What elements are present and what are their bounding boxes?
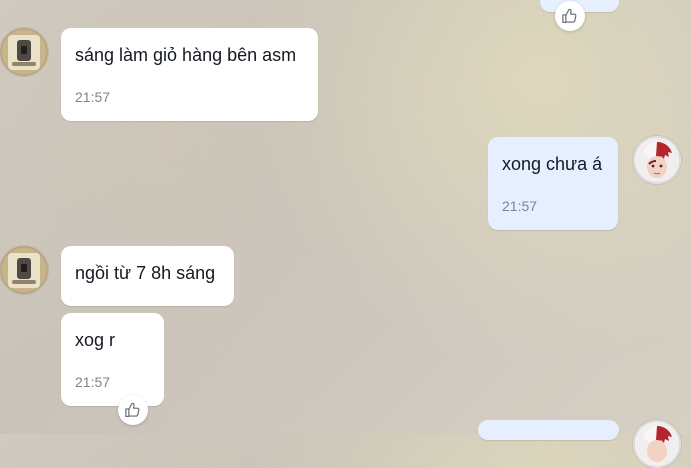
- message-time: 21:57: [75, 374, 111, 390]
- message-bubble-incoming[interactable]: sáng làm giỏ hàng bên asm 21:57: [61, 28, 318, 121]
- message-bubble-outgoing-partial[interactable]: [478, 420, 619, 440]
- message-bubble-outgoing[interactable]: xong chưa á 21:57: [488, 137, 618, 230]
- avatar[interactable]: [633, 136, 681, 184]
- message-text: xog r: [75, 330, 116, 350]
- avatar-photo: [0, 28, 48, 76]
- message-text: sáng làm giỏ hàng bên asm: [75, 45, 297, 65]
- reaction-button[interactable]: [118, 395, 148, 425]
- avatar[interactable]: [0, 28, 48, 76]
- message-time: 21:57: [502, 198, 538, 214]
- message-bubble-incoming[interactable]: ngồi từ 7 8h sáng: [61, 246, 234, 306]
- avatar[interactable]: [0, 246, 48, 294]
- avatar-photo: [0, 246, 48, 294]
- avatar-photo: [633, 420, 681, 468]
- avatar-photo: [633, 136, 681, 184]
- avatar[interactable]: [633, 420, 681, 468]
- thumbs-up-icon: [125, 402, 140, 417]
- message-text: ngồi từ 7 8h sáng: [75, 263, 216, 283]
- message-text: xong chưa á: [502, 154, 603, 174]
- message-time: 21:57: [75, 89, 111, 105]
- thumbs-up-icon: [562, 8, 577, 23]
- message-bubble-incoming[interactable]: xog r 21:57: [61, 313, 164, 406]
- reaction-button[interactable]: [555, 1, 585, 31]
